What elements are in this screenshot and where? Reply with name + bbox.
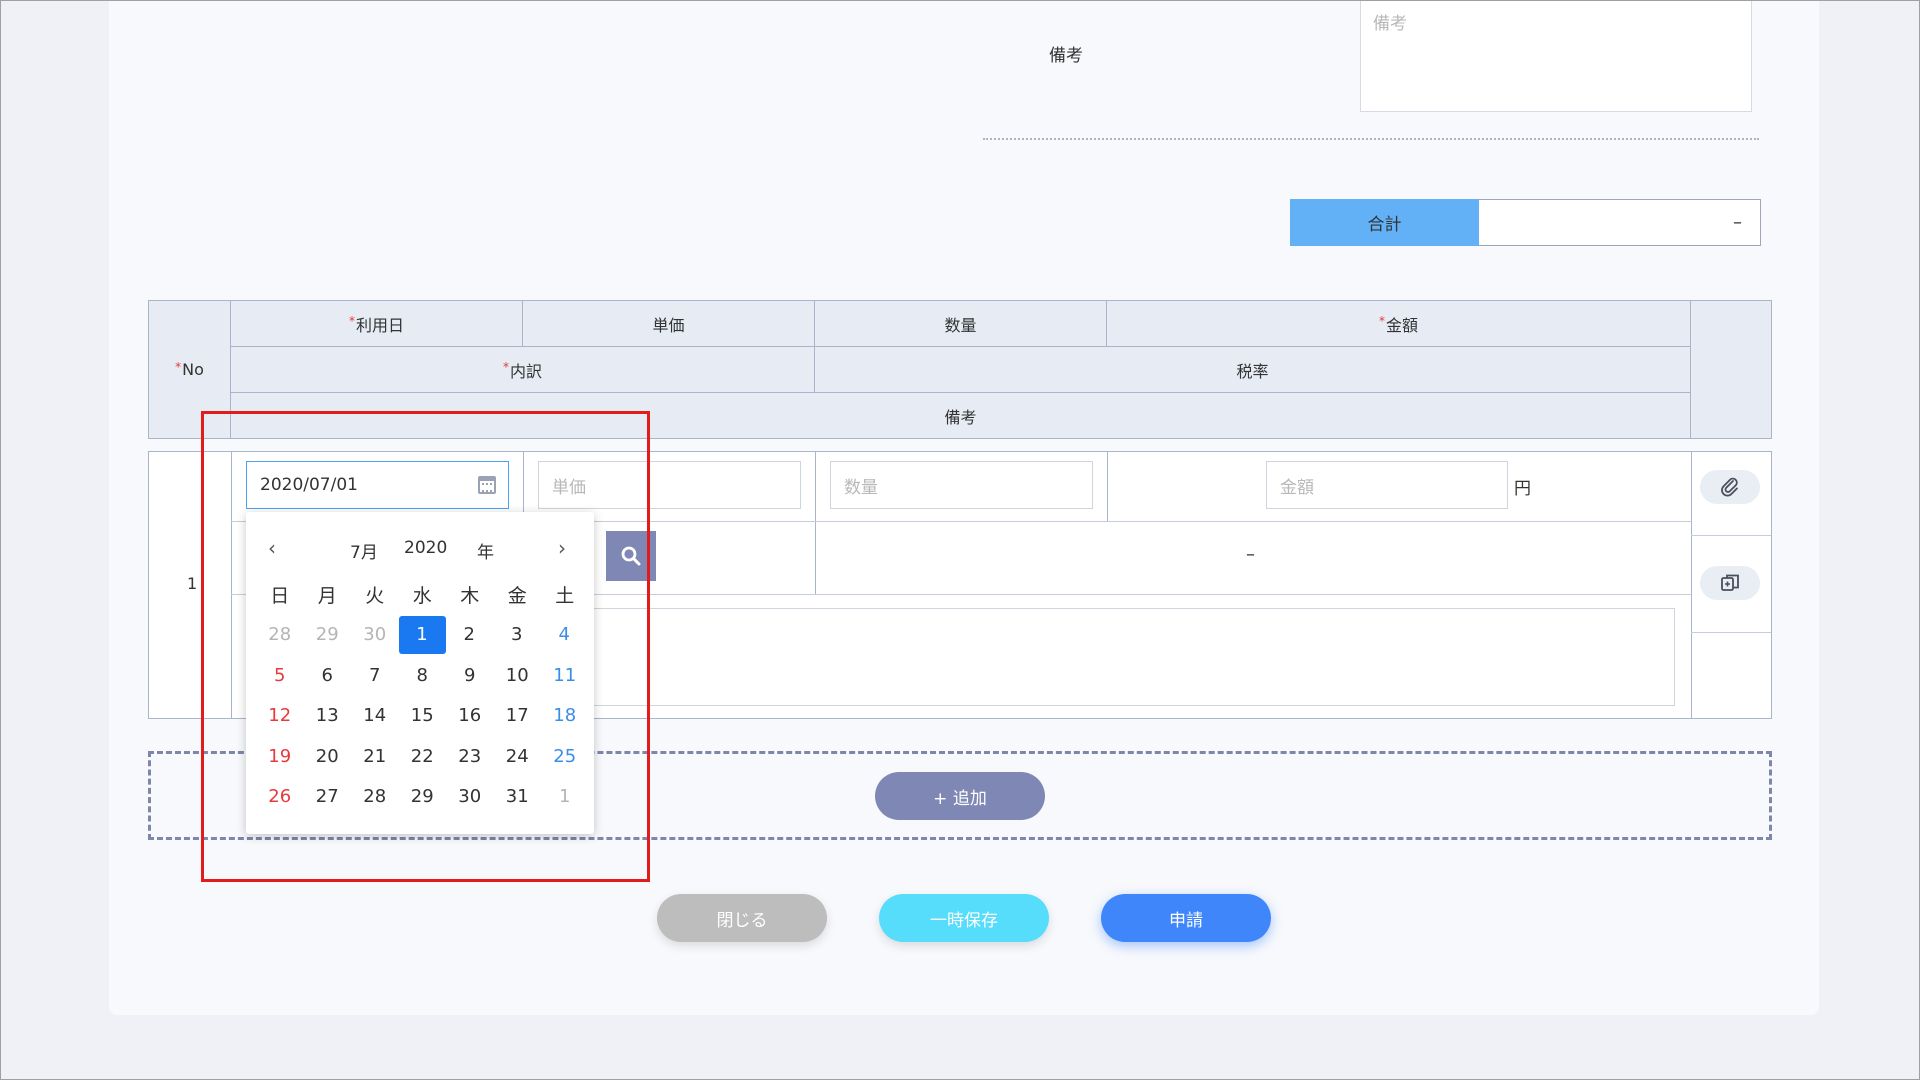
header-tax-rate: 税率 bbox=[815, 347, 1691, 393]
close-button[interactable]: 閉じる bbox=[657, 894, 827, 942]
header-actions bbox=[1691, 301, 1771, 438]
add-row-button[interactable]: + 追加 bbox=[875, 772, 1045, 820]
remarks-label: 備考 bbox=[1049, 46, 1083, 66]
header-unit-price: 単価 bbox=[523, 301, 815, 347]
paperclip-icon bbox=[1721, 477, 1738, 497]
amount-input[interactable]: 金額 bbox=[1266, 461, 1508, 509]
tax-rate-value: – bbox=[1246, 544, 1255, 565]
header-quantity: 数量 bbox=[815, 301, 1107, 347]
quantity-input[interactable]: 数量 bbox=[830, 461, 1093, 509]
highlight-annotation-box bbox=[201, 411, 650, 882]
attach-button[interactable] bbox=[1700, 470, 1760, 504]
total-label: 合計 bbox=[1290, 199, 1479, 246]
header-breakdown: * 内訳 bbox=[231, 347, 815, 393]
copy-row-button[interactable] bbox=[1700, 566, 1760, 600]
yen-unit: 円 bbox=[1514, 479, 1531, 499]
header-amount: * 金額 bbox=[1107, 301, 1691, 347]
total-value: – bbox=[1479, 199, 1761, 246]
section-divider bbox=[983, 138, 1759, 140]
save-draft-button[interactable]: 一時保存 bbox=[879, 894, 1049, 942]
header-date: * 利用日 bbox=[231, 301, 523, 347]
apply-button[interactable]: 申請 bbox=[1101, 894, 1271, 942]
row-number: 1 bbox=[187, 574, 198, 593]
remarks-textarea[interactable]: 備考 bbox=[1360, 1, 1752, 112]
copy-icon bbox=[1721, 574, 1739, 591]
